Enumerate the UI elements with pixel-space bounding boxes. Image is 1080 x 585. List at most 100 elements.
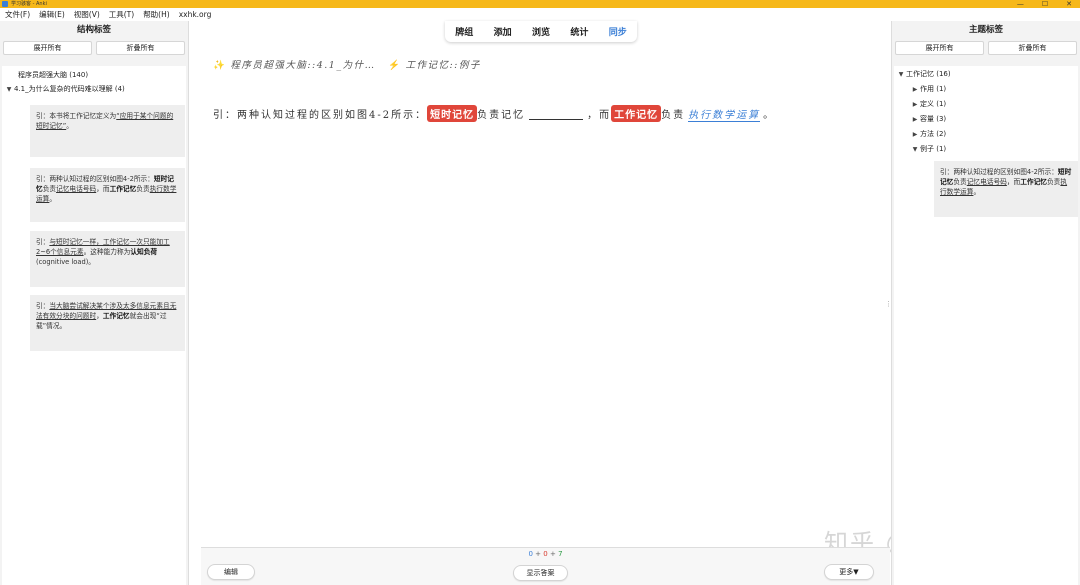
structure-tags-title: 结构标签	[76, 25, 111, 35]
caret-right-icon[interactable]: ▶	[910, 113, 920, 127]
tab-stats[interactable]: 统计	[570, 25, 588, 38]
breadcrumb-tag[interactable]: 工作记忆::例子	[405, 60, 480, 71]
note-text: 引：本书将工作记忆定义为	[36, 112, 117, 120]
cloze-answer: 执行数学运算	[688, 106, 761, 122]
note-bold: 工作记忆	[1020, 178, 1047, 186]
tree-item-deck[interactable]: 程序员超强大脑 (140)	[18, 68, 88, 82]
tab-browse[interactable]: 浏览	[532, 25, 550, 38]
highlight-term: 工作记忆	[611, 105, 662, 122]
caret-right-icon[interactable]: ▶	[910, 83, 920, 97]
note-text: 。	[49, 195, 57, 203]
note-card[interactable]: 引：两种认知过程的区别如图4-2所示：短时记忆负责记忆电话号码，而工作记忆负责执…	[934, 161, 1078, 217]
note-text: 负责	[136, 185, 150, 193]
card-text: ，而	[587, 110, 612, 121]
collapse-all-button[interactable]: 折叠所有	[988, 41, 1077, 55]
menu-help[interactable]: 帮助(H)	[143, 9, 170, 20]
note-card[interactable]: 引：当大脑尝试解决某个涉及太多信息元素且无法有效分块的问题时，工作记忆就会出现“…	[30, 295, 185, 351]
tree-item-label: 工作记忆 (16)	[906, 70, 951, 78]
maximize-icon[interactable]: ☐	[1042, 0, 1048, 8]
breadcrumb-deck[interactable]: 程序员超强大脑::4.1_为什…	[230, 60, 375, 71]
expand-all-button[interactable]: 展开所有	[895, 41, 984, 55]
topic-tags-tree: ▼ 工作记忆 (16) ▶ 作用 (1) ▶ 定义 (1) ▶ 容量 (3) ▶ 方法 (…	[894, 66, 1078, 585]
note-text: (cognitive load)。	[36, 258, 95, 266]
tree-item-definition[interactable]: ▶ 定义 (1)	[910, 97, 946, 111]
tab-decks[interactable]: 牌组	[455, 25, 473, 38]
tree-item-method[interactable]: ▶ 方法 (2)	[910, 127, 946, 141]
tree-item-capacity[interactable]: ▶ 容量 (3)	[910, 112, 946, 126]
window-controls: — ☐ ✕	[1017, 0, 1072, 8]
note-bold: 认知负荷	[130, 248, 158, 256]
edit-button[interactable]: 编辑	[207, 564, 255, 580]
review-count: 7	[558, 550, 563, 558]
note-card[interactable]: 引：本书将工作记忆定义为“应用于某个问题的短时记忆”。	[30, 105, 185, 157]
menu-file[interactable]: 文件(F)	[5, 9, 30, 20]
menu-edit[interactable]: 编辑(E)	[39, 9, 65, 20]
menu-site-link[interactable]: xxhk.org	[179, 10, 212, 19]
note-text: 引：	[36, 302, 50, 310]
tree-item-working-memory[interactable]: ▼ 工作记忆 (16)	[896, 67, 951, 81]
note-text: 引：两种认知过程的区别如图4-2所示：	[940, 168, 1058, 176]
cloze-blank	[529, 108, 584, 120]
structure-tags-toolbar: 展开所有 折叠所有	[0, 41, 188, 55]
note-underline: 记忆电话号码	[56, 185, 97, 193]
tree-item-label: 定义 (1)	[920, 100, 947, 108]
topic-tags-toolbar: 展开所有 折叠所有	[892, 41, 1080, 55]
reviewer-area: 牌组 添加 浏览 统计 同步 ✨ 程序员超强大脑::4.1_为什… ⚡ 工作记忆::…	[193, 21, 1014, 585]
collapse-all-button[interactable]: 折叠所有	[96, 41, 185, 55]
caret-right-icon[interactable]: ▶	[910, 98, 920, 112]
structure-tags-tree: 程序员超强大脑 (140) ▼ 4.1_为什么复杂的代码难以理解 (4) 引：本书…	[2, 66, 186, 585]
count-separator: +	[549, 550, 556, 558]
note-text: 引：两种认知过程的区别如图4-2所示：	[36, 175, 154, 183]
caret-down-icon[interactable]: ▼	[910, 143, 920, 157]
tree-item-chapter[interactable]: ▼ 4.1_为什么复杂的代码难以理解 (4)	[4, 82, 125, 96]
note-card[interactable]: 引：与短时记忆一样，工作记忆一次只能加工2~6个信息元素。这种能力称为认知负荷(…	[30, 231, 185, 287]
menu-view[interactable]: 视图(V)	[74, 9, 100, 20]
topic-tags-panel: 主题标签 展开所有 折叠所有 ▼ 工作记忆 (16) ▶ 作用 (1) ▶ 定义 (1…	[891, 21, 1080, 585]
tree-item-function[interactable]: ▶ 作用 (1)	[910, 82, 946, 96]
lightning-icon: ⚡	[388, 60, 402, 71]
topic-tags-title: 主题标签	[968, 25, 1003, 35]
highlight-term: 短时记忆	[427, 105, 478, 122]
tab-add[interactable]: 添加	[494, 25, 512, 38]
caret-down-icon[interactable]: ▼	[4, 83, 14, 97]
note-text: 。	[973, 188, 981, 196]
tree-item-label: 容量 (3)	[920, 115, 947, 123]
note-card[interactable]: 引：两种认知过程的区别如图4-2所示：短时记忆负责记忆电话号码，而工作记忆负责执…	[30, 168, 185, 222]
tree-item-example[interactable]: ▼ 例子 (1)	[910, 142, 946, 156]
card-text: 。	[763, 110, 776, 121]
tab-sync[interactable]: 同步	[609, 25, 627, 38]
note-text: 引：	[36, 238, 50, 246]
sparkle-icon: ✨	[213, 60, 227, 71]
tree-item-label: 程序员超强大脑 (140)	[18, 71, 89, 79]
close-icon[interactable]: ✕	[1066, 0, 1072, 8]
menu-tools[interactable]: 工具(T)	[109, 9, 134, 20]
anki-logo-icon	[2, 1, 8, 7]
card-question: 引：两种认知过程的区别如图4-2所示： 短时记忆 负责记忆 ，而 工作记忆 负责…	[213, 105, 775, 122]
anki-window: 学习骇客 - Anki — ☐ ✕ 文件(F) 编辑(E) 视图(V) 工具(T…	[0, 0, 1080, 585]
structure-tags-panel: 结构标签 展开所有 折叠所有 程序员超强大脑 (140) ▼ 4.1_为什么复杂的…	[0, 21, 189, 585]
expand-all-button[interactable]: 展开所有	[3, 41, 92, 55]
caret-right-icon[interactable]: ▶	[910, 128, 920, 142]
learn-count: 0	[543, 550, 548, 558]
menu-bar: 文件(F) 编辑(E) 视图(V) 工具(T) 帮助(H) xxhk.org	[0, 8, 1080, 21]
due-counts: 0 + 0 + 7	[201, 550, 890, 558]
card-text: 负责	[661, 110, 686, 121]
title-bar: 学习骇客 - Anki — ☐ ✕	[0, 0, 1080, 8]
new-count: 0	[528, 550, 533, 558]
more-button[interactable]: 更多▼	[824, 564, 874, 580]
note-text: 。这种能力称为	[83, 248, 131, 256]
note-text: ，	[96, 312, 103, 320]
show-answer-button[interactable]: 显示答案	[513, 565, 568, 581]
caret-down-icon[interactable]: ▼	[896, 68, 906, 82]
tree-item-label: 4.1_为什么复杂的代码难以理解 (4)	[14, 85, 125, 93]
card-text: 引：两种认知过程的区别如图4-2所示：	[213, 110, 428, 121]
tree-item-label: 例子 (1)	[920, 145, 947, 153]
minimize-icon[interactable]: —	[1017, 0, 1024, 8]
note-bold: 工作记忆	[102, 312, 130, 320]
answer-bar: 0 + 0 + 7 编辑 显示答案 更多▼	[201, 547, 890, 585]
note-underline: 记忆电话号码	[966, 178, 1007, 186]
note-bold: 工作记忆	[109, 185, 137, 193]
note-text: 负责	[1047, 178, 1061, 186]
main-toolbar: 牌组 添加 浏览 统计 同步	[445, 21, 637, 42]
card-breadcrumb: ✨ 程序员超强大脑::4.1_为什… ⚡ 工作记忆::例子	[213, 57, 481, 71]
